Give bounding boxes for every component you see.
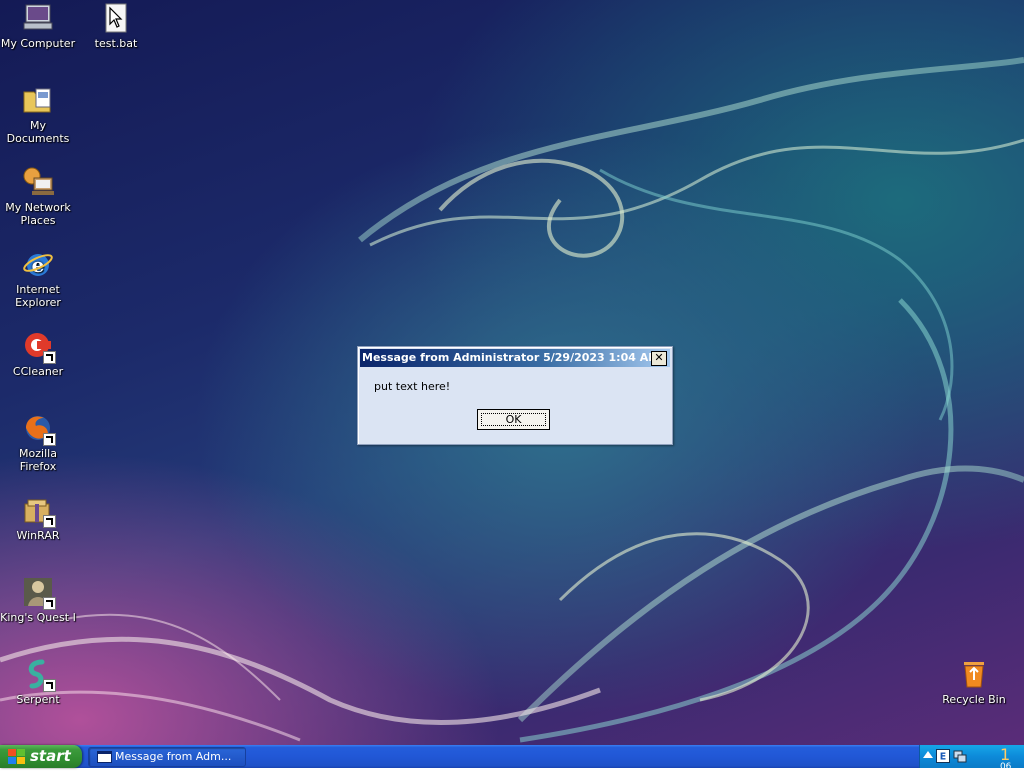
desktop-icon-label: test.bat xyxy=(94,37,138,50)
desktop-icon-my-network-places[interactable]: My Network Places xyxy=(0,166,76,227)
firefox-icon xyxy=(22,412,56,446)
shortcut-arrow-icon xyxy=(43,433,56,446)
recycle-bin-icon xyxy=(958,658,990,690)
svg-text:E: E xyxy=(940,751,946,762)
ok-button-label: OK xyxy=(505,413,522,426)
dialog-title: Message from Administrator 5/29/2023 1:0… xyxy=(362,351,660,364)
tray-clock[interactable]: 1 06 SA xyxy=(1000,747,1012,781)
shortcut-arrow-icon xyxy=(43,679,56,692)
desktop-icon-test-bat[interactable]: test.bat xyxy=(78,2,154,50)
desktop-icon-label: My Documents xyxy=(6,119,70,145)
winrar-icon xyxy=(22,494,56,528)
desktop-icon-my-computer[interactable]: My Computer xyxy=(0,2,76,50)
documents-folder-icon xyxy=(22,84,54,116)
dialog-message: put text here! xyxy=(374,380,451,393)
window-icon xyxy=(97,751,112,763)
shortcut-arrow-icon xyxy=(43,597,56,610)
close-button[interactable]: ✕ xyxy=(651,351,667,366)
desktop-icon-winrar[interactable]: WinRAR xyxy=(0,494,76,542)
message-dialog: Message from Administrator 5/29/2023 1:0… xyxy=(357,346,673,445)
desktop-icon-label: Internet Explorer xyxy=(15,283,61,309)
desktop-icon-internet-explorer[interactable]: e Internet Explorer xyxy=(0,248,76,309)
clock-ampm: SA xyxy=(999,771,1012,781)
windows-flag-icon xyxy=(8,748,26,765)
desktop-icon-label: My Computer xyxy=(0,37,76,50)
desktop: My Computer test.bat My Documents My Net… xyxy=(0,0,1024,745)
network-tray-icon[interactable] xyxy=(953,749,967,763)
desktop-icon-label: CCleaner xyxy=(12,365,64,378)
start-label: start xyxy=(30,747,71,765)
start-button[interactable]: start xyxy=(0,745,82,768)
desktop-icon-my-documents[interactable]: My Documents xyxy=(0,84,76,145)
taskbar: start Message from Adm... E 1 06 SA xyxy=(0,745,1024,781)
internet-explorer-icon: e xyxy=(22,248,54,280)
shortcut-arrow-icon xyxy=(43,351,56,364)
network-places-icon xyxy=(22,166,54,198)
desktop-icon-label: My Network Places xyxy=(5,201,71,227)
ok-button[interactable]: OK xyxy=(477,409,550,430)
shortcut-arrow-icon xyxy=(43,515,56,528)
show-hidden-icons-arrow-icon[interactable] xyxy=(923,751,933,758)
desktop-icon-recycle-bin[interactable]: Recycle Bin xyxy=(936,658,1012,706)
computer-icon xyxy=(22,2,54,34)
serpent-icon xyxy=(22,658,56,692)
desktop-icon-label: Recycle Bin xyxy=(942,693,1006,706)
ccleaner-icon xyxy=(22,330,56,364)
system-tray: E 1 06 SA xyxy=(919,745,1024,781)
batch-file-icon xyxy=(100,2,132,34)
desktop-icon-serpent[interactable]: Serpent xyxy=(0,658,76,706)
taskbar-button-label: Message from Adm... xyxy=(115,750,232,763)
desktop-icon-label: Serpent xyxy=(16,693,60,706)
desktop-icon-kings-quest[interactable]: King's Quest I xyxy=(0,576,76,624)
desktop-icon-label: King's Quest I xyxy=(0,611,76,624)
taskbar-button-message[interactable]: Message from Adm... xyxy=(88,747,246,767)
desktop-icon-ccleaner[interactable]: CCleaner xyxy=(0,330,76,378)
tray-app-icon[interactable]: E xyxy=(936,749,950,763)
desktop-icon-label: Mozilla Firefox xyxy=(19,447,57,473)
clock-hour: 1 xyxy=(999,745,1011,764)
desktop-icon-mozilla-firefox[interactable]: Mozilla Firefox xyxy=(0,412,76,473)
kings-quest-icon xyxy=(22,576,56,610)
dialog-titlebar[interactable]: Message from Administrator 5/29/2023 1:0… xyxy=(360,349,670,367)
desktop-icon-label: WinRAR xyxy=(16,529,60,542)
